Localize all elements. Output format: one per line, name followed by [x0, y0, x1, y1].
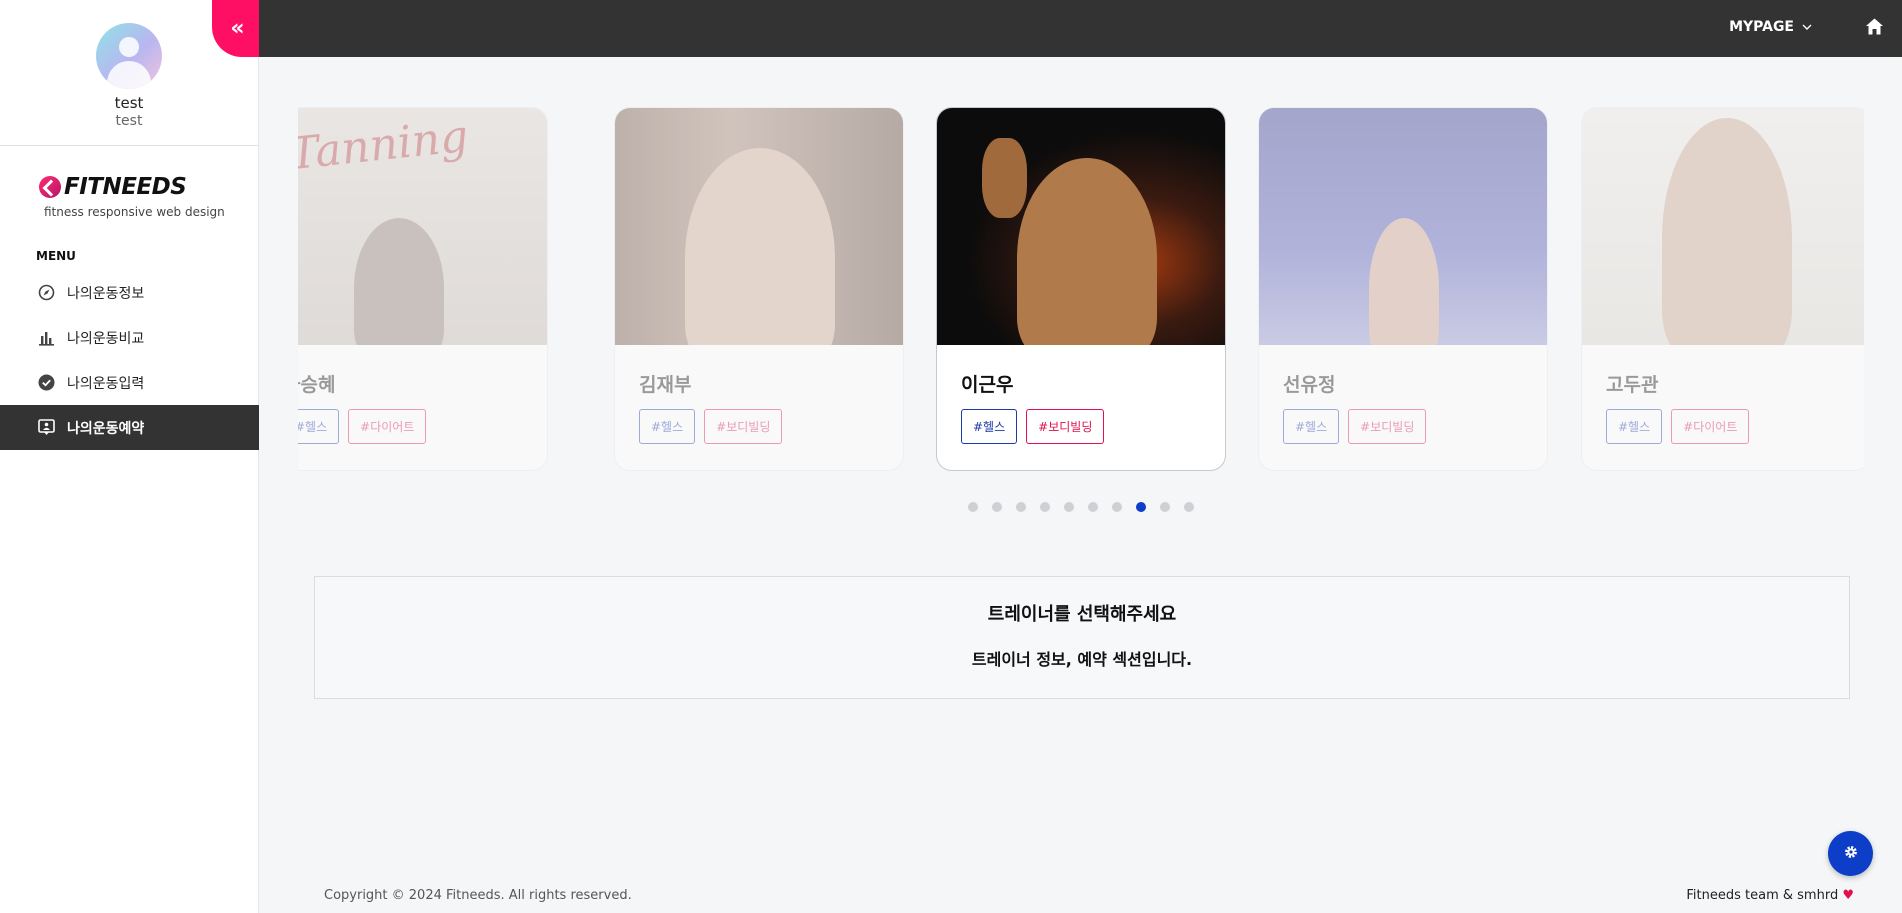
trainer-card[interactable]: 선유정 #헬스 #보디빌딩: [1258, 107, 1548, 471]
tag-badge: #헬스: [1283, 409, 1340, 444]
sidebar-item-exercise-compare[interactable]: 나의운동비교: [0, 315, 259, 360]
topbar: MYPAGE: [259, 0, 1902, 57]
chevron-down-icon: [1802, 19, 1812, 35]
menu-title: MENU: [36, 249, 76, 263]
trainer-photo: [1582, 108, 1864, 345]
trainer-photo: [937, 108, 1225, 345]
carousel-pagination: [968, 502, 1194, 512]
sidebar-item-exercise-reservation[interactable]: 나의운동예약: [0, 405, 259, 450]
pagination-dot[interactable]: [1184, 502, 1194, 512]
pagination-dot-active[interactable]: [1136, 502, 1146, 512]
trainer-card[interactable]: Tanning 하승혜 #헬스 #다이어트: [298, 107, 548, 471]
pagination-dot[interactable]: [1088, 502, 1098, 512]
tag-badge: #헬스: [1606, 409, 1663, 444]
chat-person-icon: [37, 419, 55, 437]
pagination-dot[interactable]: [992, 502, 1002, 512]
info-title: 트레이너를 선택해주세요: [987, 604, 1177, 625]
brand-name: FITNEEDS: [64, 174, 187, 200]
sidebar-item-label: 나의운동예약: [67, 420, 145, 437]
trainer-photo: [1259, 108, 1547, 345]
trainer-name: 하승혜: [298, 374, 336, 396]
logo-mark-icon: [39, 176, 61, 198]
settings-fab-button[interactable]: [1828, 831, 1873, 876]
sidebar-item-exercise-input[interactable]: 나의운동입력: [0, 360, 259, 405]
mypage-label: MYPAGE: [1729, 19, 1794, 35]
tag-badge: #보디빌딩: [704, 409, 783, 444]
profile-name: test: [114, 94, 144, 112]
double-chevron-left-icon: «: [230, 16, 245, 41]
mypage-dropdown[interactable]: MYPAGE: [1729, 19, 1812, 35]
tag-badge: #보디빌딩: [1026, 409, 1105, 444]
trainer-photo: Tanning: [298, 108, 547, 345]
pagination-dot[interactable]: [1016, 502, 1026, 512]
pagination-dot[interactable]: [1064, 502, 1074, 512]
tag-badge: #보디빌딩: [1348, 409, 1427, 444]
trainer-name: 이근우: [961, 374, 1014, 396]
trainer-carousel[interactable]: Tanning 하승혜 #헬스 #다이어트 김재부 #헬스 #보디빌딩: [298, 107, 1864, 471]
brand-logo[interactable]: FITNEEDS: [39, 174, 187, 200]
bar-chart-icon: [37, 329, 55, 347]
avatar[interactable]: [96, 23, 162, 89]
heart-icon: ♥: [1842, 888, 1854, 903]
pagination-dot[interactable]: [968, 502, 978, 512]
trainer-card[interactable]: 고두관 #헬스 #다이어트: [1581, 107, 1864, 471]
trainer-name: 선유정: [1283, 374, 1336, 396]
trainer-name: 고두관: [1606, 374, 1659, 396]
trainer-name: 김재부: [639, 374, 692, 396]
profile-id: test: [115, 113, 143, 129]
trainer-card[interactable]: 김재부 #헬스 #보디빌딩: [614, 107, 904, 471]
tag-badge: #헬스: [639, 409, 696, 444]
pagination-dot[interactable]: [1112, 502, 1122, 512]
tag-badge: #헬스: [961, 409, 1018, 444]
pagination-dot[interactable]: [1160, 502, 1170, 512]
footer-copyright: Copyright © 2024 Fitneeds. All rights re…: [324, 888, 632, 903]
sidebar: test test FITNEEDS fitness responsive we…: [0, 0, 259, 913]
home-icon[interactable]: [1865, 17, 1884, 40]
sidebar-item-label: 나의운동정보: [67, 285, 145, 302]
sidebar-item-label: 나의운동비교: [67, 330, 145, 347]
sidebar-item-label: 나의운동입력: [67, 375, 145, 392]
gear-icon: [1843, 844, 1859, 864]
check-circle-icon: [37, 374, 55, 392]
trainer-card-selected[interactable]: 이근우 #헬스 #보디빌딩: [936, 107, 1226, 471]
trainer-info-section: 트레이너를 선택해주세요 트레이너 정보, 예약 섹션입니다.: [314, 576, 1850, 699]
tag-badge: #다이어트: [348, 409, 427, 444]
sidebar-menu: 나의운동정보 나의운동비교 나의운동입력 나의운동예약: [0, 270, 259, 450]
trainer-photo: [615, 108, 903, 345]
brand-tagline: fitness responsive web design: [44, 205, 225, 219]
footer-team: Fitneeds team & smhrd: [1686, 888, 1839, 903]
sidebar-item-exercise-info[interactable]: 나의운동정보: [0, 270, 259, 315]
compass-icon: [37, 284, 55, 302]
info-subtitle: 트레이너 정보, 예약 섹션입니다.: [971, 650, 1193, 669]
tag-badge: #헬스: [298, 409, 340, 444]
pagination-dot[interactable]: [1040, 502, 1050, 512]
footer-credit: Fitneeds team & smhrd ♥: [1686, 888, 1854, 903]
tag-badge: #다이어트: [1671, 409, 1750, 444]
